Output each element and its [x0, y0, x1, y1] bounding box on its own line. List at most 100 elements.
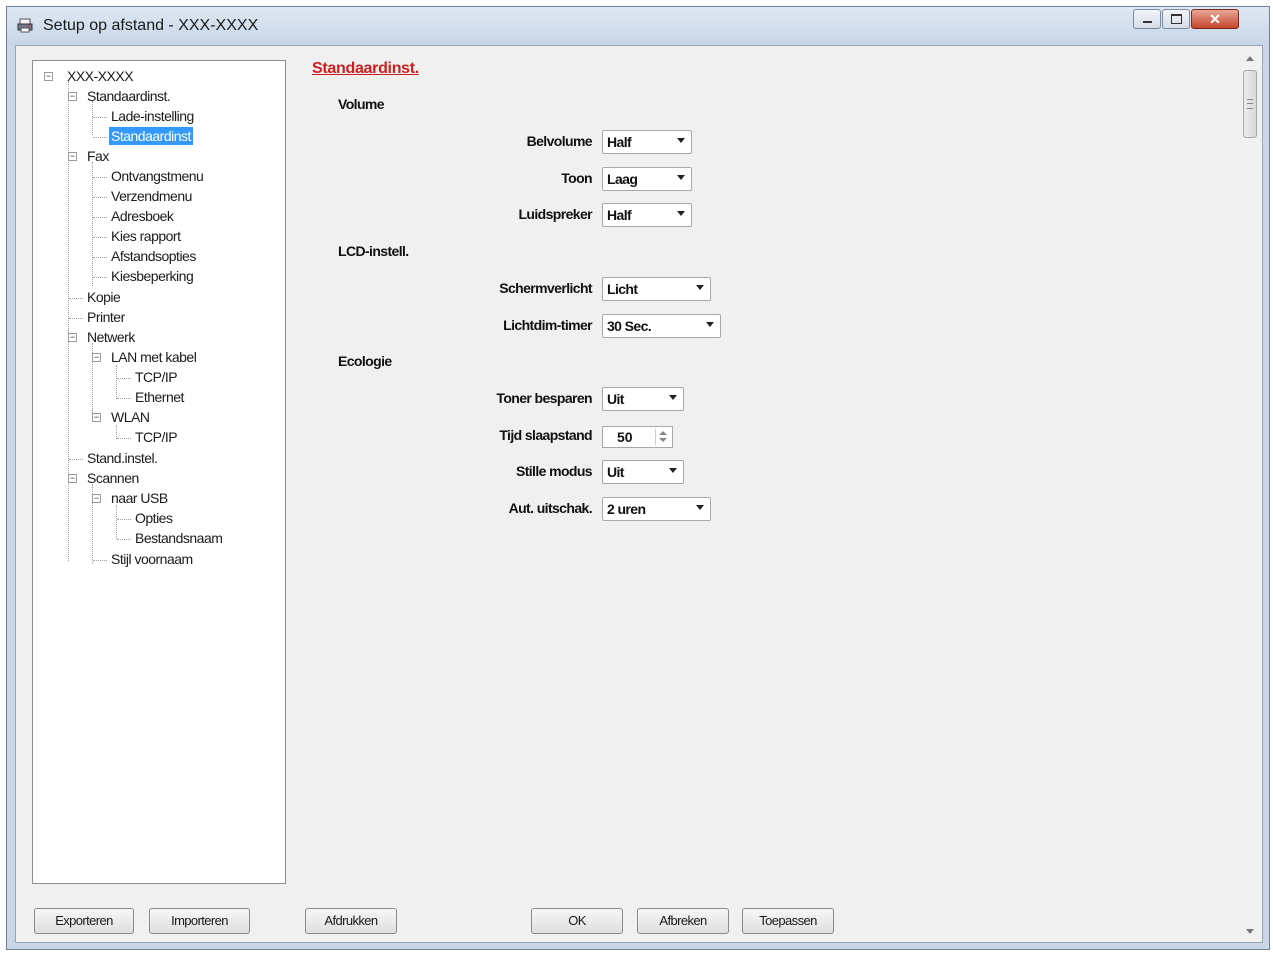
tree-connector	[93, 137, 107, 138]
chevron-down-icon	[669, 468, 677, 473]
tree-item-ethernet[interactable]: Ethernet	[135, 388, 184, 406]
section-lcd-title: LCD-instell.	[338, 243, 409, 259]
lichtdim-timer-label: Lichtdim-timer	[503, 317, 592, 333]
page-title: Standaardinst.	[312, 60, 419, 77]
tijd-slaapstand-spinner[interactable]: 50	[602, 426, 673, 448]
schermverlicht-value: Licht	[607, 281, 638, 297]
tree-item-wlan-tcp-ip[interactable]: TCP/IP	[135, 428, 178, 446]
settings-tree[interactable]: − XXX-XXXX − Standaardinst. Lade-instell…	[32, 60, 286, 884]
tree-item-lade-instelling[interactable]: Lade-instelling	[111, 107, 194, 125]
tree-item-fax[interactable]: Fax	[87, 147, 109, 165]
stille-modus-select[interactable]: Uit	[602, 460, 684, 484]
stille-modus-label: Stille modus	[515, 463, 593, 479]
tree-connector	[117, 378, 131, 379]
tree-connector	[92, 162, 93, 286]
scroll-down-icon[interactable]	[1246, 929, 1254, 934]
tree-item-verzendmenu[interactable]: Verzendmenu	[111, 187, 192, 205]
close-icon: ✕	[1209, 10, 1221, 27]
toon-value: Laag	[607, 171, 638, 187]
schermverlicht-label: Schermverlicht	[499, 280, 592, 296]
tree-item-lan-met-kabel[interactable]: LAN met kabel	[111, 348, 197, 366]
tree-item-kopie[interactable]: Kopie	[87, 288, 121, 306]
collapse-icon[interactable]: −	[92, 353, 101, 362]
tree-item-bestandsnaam[interactable]: Bestandsnaam	[135, 529, 223, 547]
ok-button[interactable]: OK	[531, 908, 623, 934]
tree-item-stijl-voornaam[interactable]: Stijl voornaam	[111, 550, 193, 568]
import-button[interactable]: Importeren	[149, 908, 250, 934]
dialog-client-area: − XXX-XXXX − Standaardinst. Lade-instell…	[15, 45, 1263, 943]
collapse-icon[interactable]: −	[68, 333, 77, 342]
spinner-buttons[interactable]	[655, 429, 670, 445]
tree-item-ontvangstmenu[interactable]: Ontvangstmenu	[111, 167, 204, 185]
tree-connector	[116, 365, 117, 399]
scrollbar-thumb[interactable]	[1243, 70, 1257, 138]
chevron-down-icon[interactable]	[659, 438, 667, 442]
tree-item-standaardinst[interactable]: Standaardinst.	[87, 87, 171, 105]
tree-item-naar-usb[interactable]: naar USB	[111, 489, 168, 507]
tijd-slaapstand-label: Tijd slaapstand	[499, 427, 592, 443]
tree-item-standaardinst-selected[interactable]: Standaardinst	[109, 127, 193, 145]
belvolume-value: Half	[607, 134, 632, 150]
tree-item-printer[interactable]: Printer	[87, 308, 125, 326]
aut-uitschak-label: Aut. uitschak.	[508, 500, 593, 516]
chevron-down-icon	[696, 285, 704, 290]
title-bar[interactable]: Setup op afstand - XXX-XXXX ✕	[7, 7, 1269, 45]
tree-item-kiesbeperking[interactable]: Kiesbeperking	[111, 267, 194, 285]
collapse-icon[interactable]: −	[44, 72, 53, 81]
maximize-button[interactable]	[1162, 9, 1190, 29]
remote-setup-window: Setup op afstand - XXX-XXXX ✕ − XXX-XXXX…	[6, 6, 1270, 950]
tree-connector	[93, 197, 107, 198]
collapse-icon[interactable]: −	[68, 152, 77, 161]
collapse-icon[interactable]: −	[92, 494, 101, 503]
tree-item-opties[interactable]: Opties	[135, 509, 173, 527]
tree-connector	[93, 177, 107, 178]
tree-connector	[93, 217, 107, 218]
tree-item-adresboek[interactable]: Adresboek	[111, 207, 174, 225]
tree-root[interactable]: XXX-XXXX	[67, 67, 134, 85]
toner-besparen-select[interactable]: Uit	[602, 387, 684, 411]
toner-besparen-label: Toner besparen	[496, 390, 592, 406]
collapse-icon[interactable]: −	[68, 92, 77, 101]
close-button[interactable]: ✕	[1191, 9, 1239, 29]
export-button[interactable]: Exporteren	[34, 908, 134, 934]
tree-item-afstandsopties[interactable]: Afstandsopties	[111, 247, 196, 265]
tree-connector	[117, 438, 131, 439]
tree-item-lan-tcp-ip[interactable]: TCP/IP	[135, 368, 178, 386]
chevron-down-icon	[677, 175, 685, 180]
tree-item-wlan[interactable]: WLAN	[111, 408, 150, 426]
belvolume-select[interactable]: Half	[602, 130, 692, 154]
toon-select[interactable]: Laag	[602, 167, 692, 191]
collapse-icon[interactable]: −	[68, 474, 77, 483]
luidspreker-select[interactable]: Half	[602, 203, 692, 227]
aut-uitschak-select[interactable]: 2 uren	[602, 497, 711, 521]
print-button[interactable]: Afdrukken	[305, 908, 397, 934]
tree-item-kies-rapport[interactable]: Kies rapport	[111, 227, 181, 245]
luidspreker-label: Luidspreker	[518, 206, 592, 222]
tree-connector	[69, 298, 83, 299]
tree-item-scannen[interactable]: Scannen	[87, 469, 139, 487]
scroll-up-icon[interactable]	[1246, 56, 1254, 61]
tree-connector	[93, 257, 107, 258]
tree-connector	[69, 459, 83, 460]
tree-connector	[93, 560, 107, 561]
tree-connector	[69, 318, 83, 319]
aut-uitschak-value: 2 uren	[607, 501, 646, 517]
apply-button[interactable]: Toepassen	[742, 908, 834, 934]
minimize-button[interactable]	[1133, 9, 1161, 29]
lichtdim-timer-select[interactable]: 30 Sec.	[602, 314, 721, 338]
chevron-up-icon[interactable]	[659, 431, 667, 435]
minimize-icon	[1142, 21, 1152, 23]
tree-connector	[117, 539, 131, 540]
tree-connector	[93, 277, 107, 278]
tree-item-stand-instel[interactable]: Stand.instel.	[87, 449, 158, 467]
belvolume-label: Belvolume	[526, 133, 593, 149]
section-volume-title: Volume	[338, 96, 385, 112]
vertical-scrollbar[interactable]	[1242, 52, 1258, 938]
collapse-icon[interactable]: −	[92, 413, 101, 422]
tree-connector	[117, 398, 131, 399]
schermverlicht-select[interactable]: Licht	[602, 277, 711, 301]
section-ecologie-title: Ecologie	[338, 353, 392, 369]
cancel-button[interactable]: Afbreken	[637, 908, 729, 934]
tree-item-netwerk[interactable]: Netwerk	[87, 328, 135, 346]
tree-connector	[92, 101, 93, 135]
